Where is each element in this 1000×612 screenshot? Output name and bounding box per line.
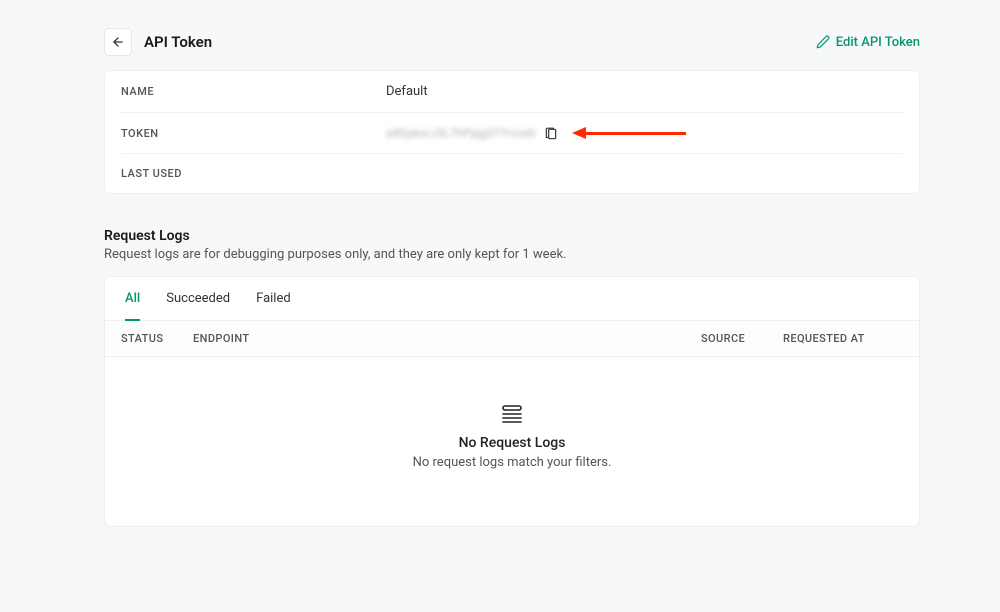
request-logs-desc: Request logs are for debugging purposes … (104, 247, 920, 262)
page-title: API Token (144, 33, 212, 51)
detail-label-name: NAME (121, 85, 386, 98)
logs-empty-icon (502, 405, 522, 423)
col-status: STATUS (121, 332, 193, 345)
edit-api-token-link[interactable]: Edit API Token (816, 35, 920, 50)
clipboard-icon (544, 127, 558, 141)
logs-empty-title: No Request Logs (105, 435, 919, 451)
detail-value-name: Default (386, 84, 428, 99)
logs-empty-state: No Request Logs No request logs match yo… (105, 357, 919, 526)
logs-table-header: STATUS ENDPOINT SOURCE REQUESTED AT (105, 321, 919, 357)
logs-tabs: All Succeeded Failed (105, 277, 919, 321)
tab-all[interactable]: All (125, 277, 140, 321)
detail-label-last-used: LAST USED (121, 167, 386, 180)
tab-succeeded[interactable]: Succeeded (166, 277, 230, 321)
arrow-line (586, 132, 686, 135)
token-blurred-text: aXEpksrJ3L7hPpjg5TYvcwb (386, 126, 536, 140)
back-button[interactable] (104, 28, 132, 56)
tab-failed[interactable]: Failed (256, 277, 291, 321)
page-header: API Token Edit API Token (104, 28, 920, 56)
pencil-icon (816, 35, 830, 49)
detail-label-token: TOKEN (121, 127, 386, 140)
arrow-head-icon (572, 127, 586, 139)
arrow-left-icon (111, 35, 125, 49)
copy-token-button[interactable] (544, 126, 558, 140)
col-source: SOURCE (701, 332, 783, 345)
detail-row-token: TOKEN aXEpksrJ3L7hPpjg5TYvcwb (121, 113, 903, 154)
detail-row-name: NAME Default (121, 71, 903, 113)
edit-link-label: Edit API Token (836, 35, 920, 50)
annotation-arrow (572, 127, 686, 139)
detail-value-token: aXEpksrJ3L7hPpjg5TYvcwb (386, 126, 686, 140)
request-logs-title: Request Logs (104, 228, 920, 244)
token-details-card: NAME Default TOKEN aXEpksrJ3L7hPpjg5TYvc… (104, 70, 920, 194)
logs-empty-desc: No request logs match your filters. (105, 455, 919, 470)
logs-icon (502, 405, 522, 423)
col-requested-at: REQUESTED AT (783, 332, 903, 345)
header-left: API Token (104, 28, 212, 56)
request-logs-card: All Succeeded Failed STATUS ENDPOINT SOU… (104, 276, 920, 527)
detail-row-last-used: LAST USED (121, 154, 903, 193)
col-endpoint: ENDPOINT (193, 332, 701, 345)
